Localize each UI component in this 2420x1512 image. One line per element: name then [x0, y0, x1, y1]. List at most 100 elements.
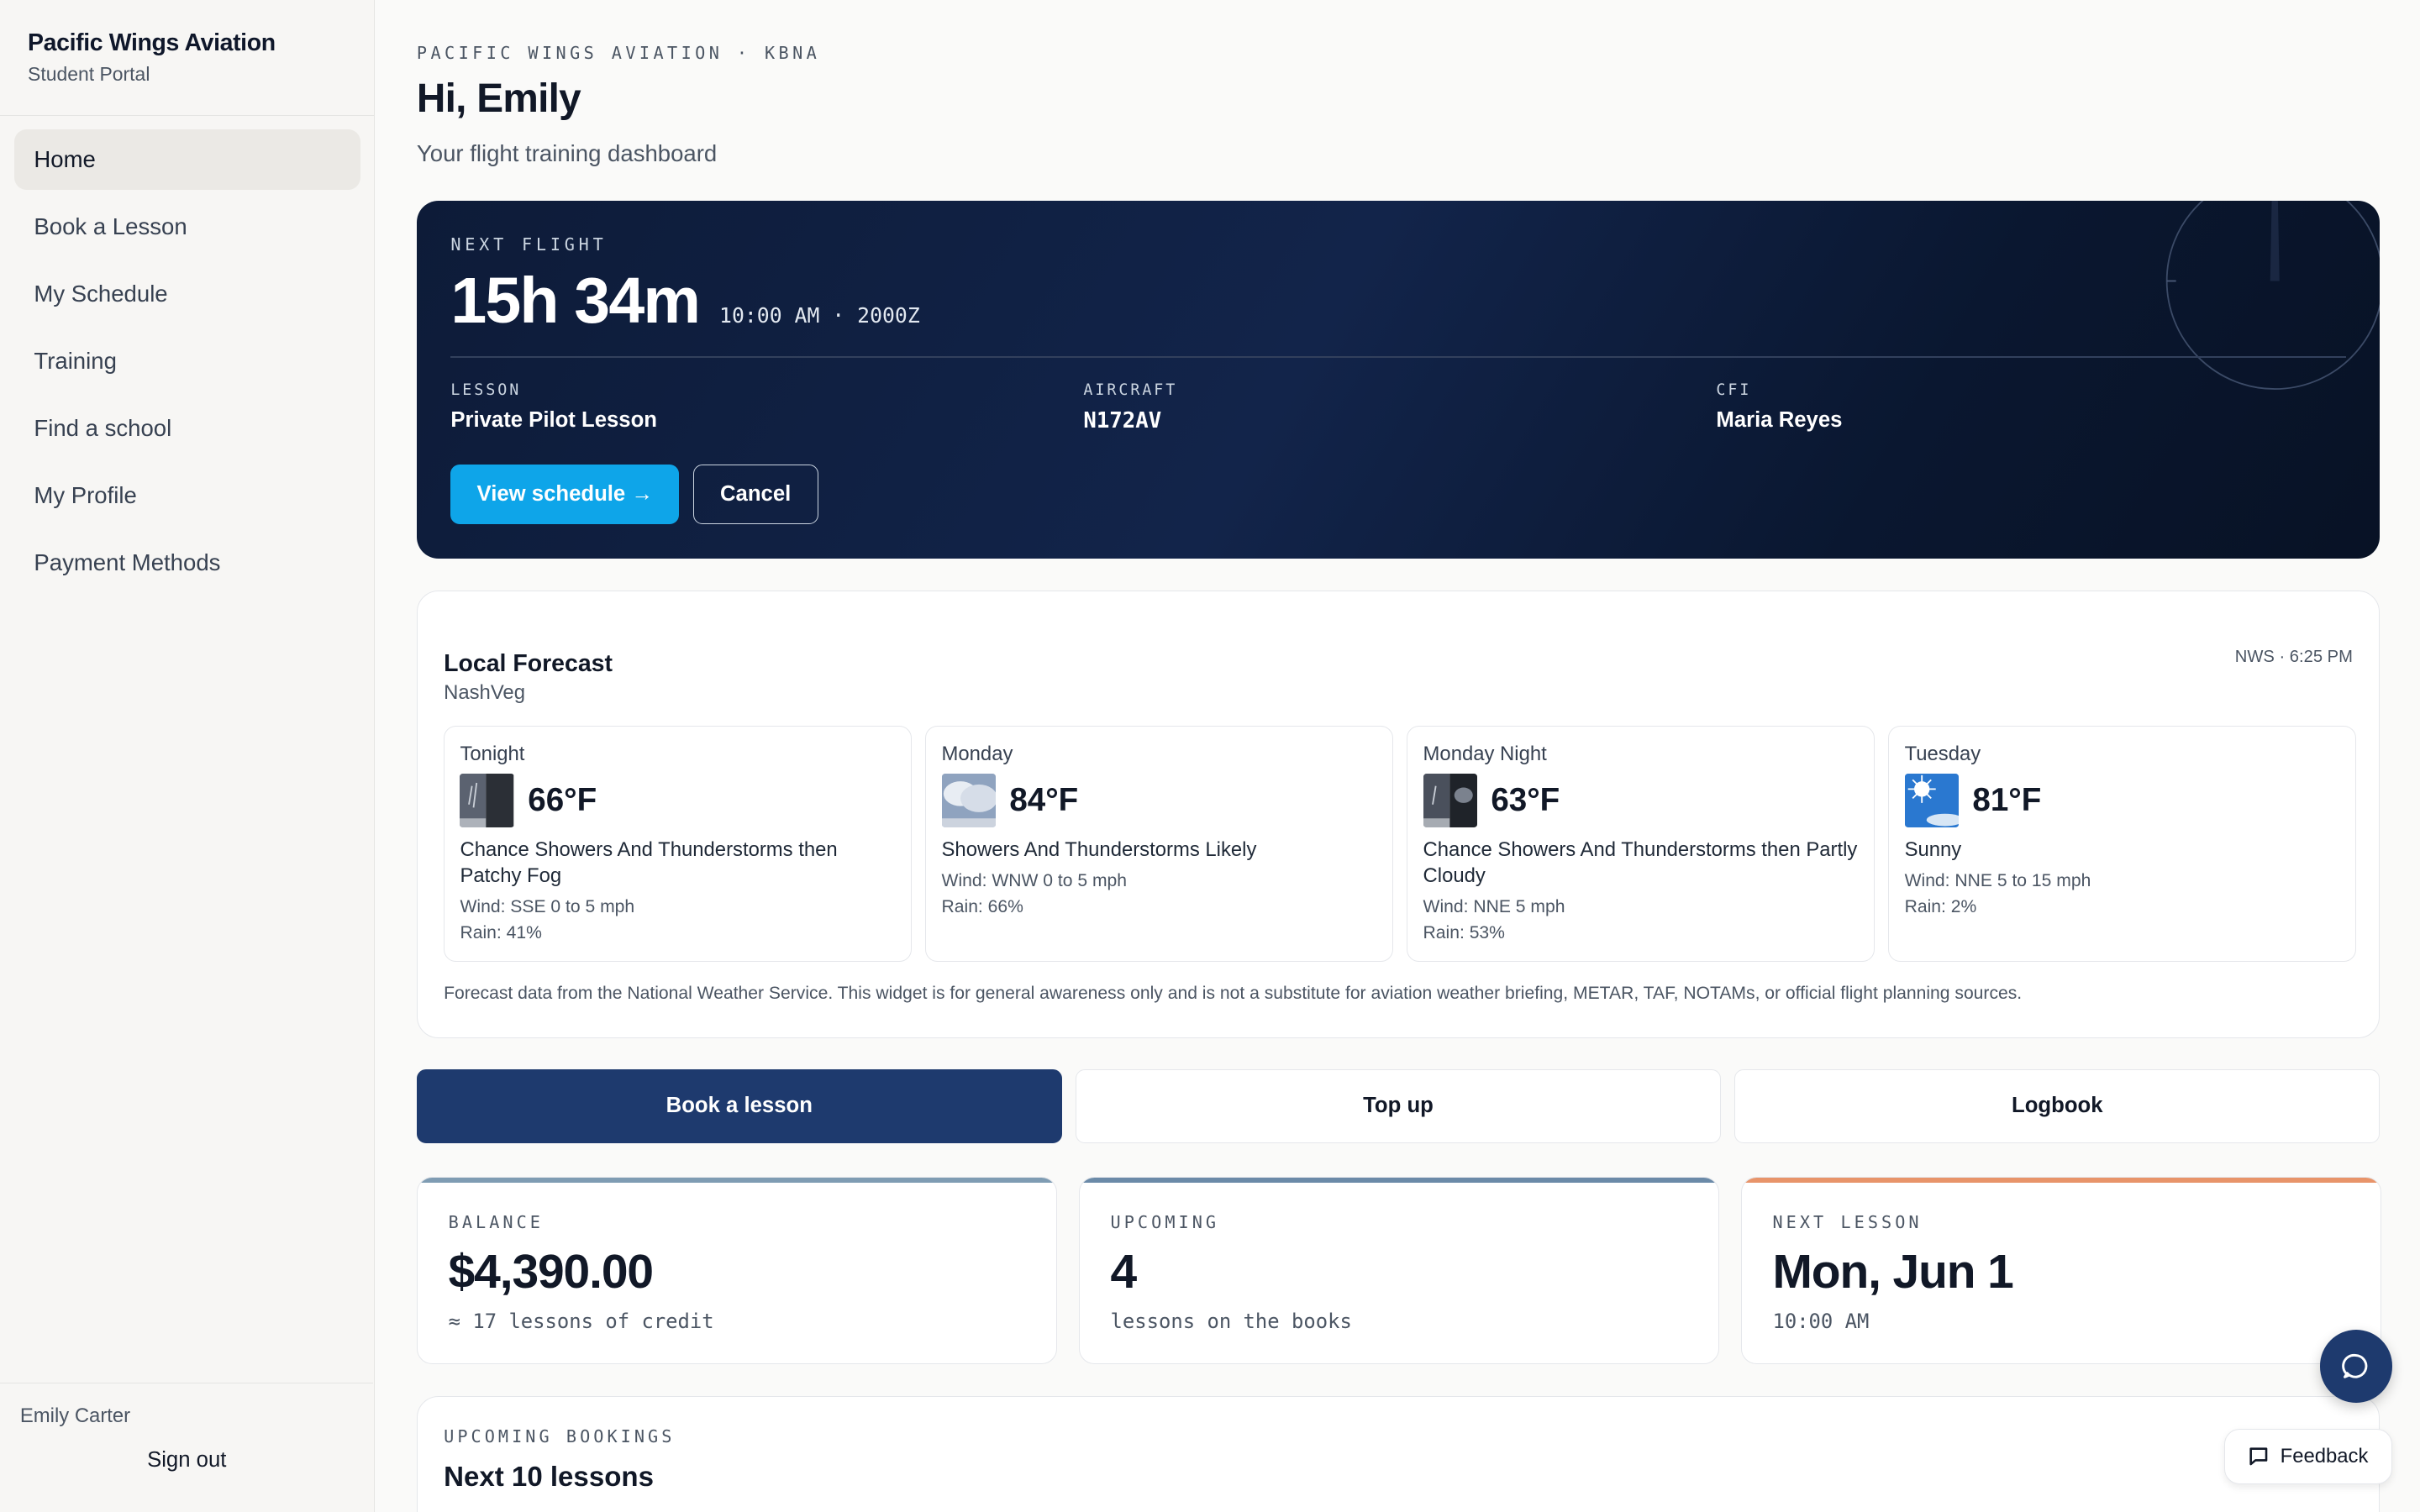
- balance-card: BALANCE $4,390.00 ≈ 17 lessons of credit: [416, 1177, 1058, 1364]
- period-temp: 66°F: [528, 781, 597, 818]
- main-content: PACIFIC WINGS AVIATION · KBNA Hi, Emily …: [416, 0, 2381, 1512]
- sidebar-item-my-profile[interactable]: My Profile: [14, 466, 360, 527]
- forecast-period: Monday 84°F Showers And Thunderstorms Li…: [925, 726, 1393, 963]
- thunderstorm-icon: [941, 773, 996, 828]
- balance-accent-bar: [417, 1178, 1057, 1183]
- next-lesson-card: NEXT LESSON Mon, Jun 1 10:00 AM: [1740, 1177, 2381, 1364]
- sidebar-item-payment-methods[interactable]: Payment Methods: [14, 533, 360, 594]
- period-wind: Wind: WNW 0 to 5 mph: [941, 870, 1128, 890]
- period-temp: 84°F: [1009, 781, 1079, 818]
- storm-fog-icon: [460, 773, 514, 828]
- hero-divider: [450, 356, 2346, 359]
- forecast-disclaimer: Forecast data from the National Weather …: [444, 983, 2023, 1003]
- next-flight-time-row: 15h 34m 10:00 AM · 2000Z: [450, 264, 2345, 339]
- period-name: Tonight: [460, 742, 525, 765]
- period-temp: 81°F: [1972, 781, 2042, 818]
- forecast-period: Monday Night 63°F Chance Showers And Thu…: [1407, 726, 1875, 963]
- next-flight-actions: View schedule → Cancel: [450, 464, 818, 525]
- balance-value: $4,390.00: [448, 1245, 654, 1299]
- sidebar-item-find-a-school[interactable]: Find a school: [14, 399, 360, 459]
- feedback-button[interactable]: Feedback: [2223, 1428, 2392, 1484]
- sunny-icon: [1904, 773, 1959, 828]
- stats-row: BALANCE $4,390.00 ≈ 17 lessons of credit…: [416, 1177, 2381, 1364]
- balance-subtext: ≈ 17 lessons of credit: [448, 1309, 714, 1333]
- period-wind: Wind: NNE 5 mph: [1423, 897, 1565, 916]
- forecast-location: NashVeg: [444, 680, 525, 704]
- cfi-detail: CFI Maria Reyes: [1716, 381, 2349, 433]
- period-rain: Rain: 53%: [1423, 923, 1505, 943]
- forecast-periods: Tonight 66°F Chance Showers And Thunders…: [444, 726, 2356, 963]
- chat-button[interactable]: [2319, 1330, 2392, 1403]
- compass-decoration-icon: [2165, 200, 2381, 390]
- local-forecast-card: Local Forecast NashVeg NWS · 6:25 PM Ton…: [416, 591, 2381, 1039]
- logbook-button[interactable]: Logbook: [1734, 1068, 2381, 1143]
- aircraft-detail: AIRCRAFT N172AV: [1083, 381, 1716, 433]
- lesson-value: Private Pilot Lesson: [450, 407, 657, 432]
- bookings-title: Next 10 lessons: [444, 1462, 654, 1494]
- next-lesson-label: NEXT LESSON: [1772, 1211, 1923, 1232]
- upcoming-bookings-card: UPCOMING BOOKINGS Next 10 lessons: [416, 1396, 2381, 1512]
- page-eyebrow: PACIFIC WINGS AVIATION · KBNA: [416, 43, 821, 64]
- storm-night-icon: [1423, 773, 1477, 828]
- brand-name: Pacific Wings Aviation: [28, 29, 276, 56]
- lesson-label: LESSON: [450, 381, 522, 399]
- aircraft-value: N172AV: [1083, 407, 1162, 433]
- next-flight-time: 10:00 AM · 2000Z: [719, 303, 920, 328]
- period-temp-row: 84°F: [941, 773, 1377, 828]
- upcoming-accent-bar: [1079, 1178, 1719, 1183]
- view-schedule-button[interactable]: View schedule →: [450, 464, 680, 525]
- period-name: Monday Night: [1423, 742, 1547, 765]
- page-subtitle: Your flight training dashboard: [416, 140, 718, 167]
- forecast-period: Tonight 66°F Chance Showers And Thunders…: [444, 726, 912, 963]
- cancel-button[interactable]: Cancel: [692, 464, 818, 525]
- period-description: Showers And Thunderstorms Likely: [941, 838, 1257, 862]
- period-wind: Wind: NNE 5 to 15 mph: [1904, 870, 2091, 890]
- forecast-period: Tuesday 81°F Sunny Wind: NNE 5 to 15 mph…: [1888, 726, 2356, 963]
- period-description: Sunny: [1904, 838, 1962, 862]
- period-name: Monday: [941, 742, 1013, 765]
- chat-bubble-icon: [2342, 1353, 2368, 1378]
- sidebar-footer: Emily Carter Sign out: [0, 1382, 374, 1512]
- brand-subtitle: Student Portal: [28, 63, 150, 86]
- upcoming-subtext: lessons on the books: [1110, 1309, 1352, 1333]
- message-square-icon: [2249, 1447, 2268, 1466]
- quick-actions: Book a lesson Top up Logbook: [416, 1068, 2381, 1143]
- sign-out-button[interactable]: Sign out: [20, 1448, 354, 1473]
- cfi-label: CFI: [1716, 381, 1752, 399]
- cfi-value: Maria Reyes: [1716, 407, 1843, 432]
- forecast-source: NWS · 6:25 PM: [2234, 647, 2353, 666]
- next-flight-card: NEXT FLIGHT 15h 34m 10:00 AM · 2000Z LES…: [416, 200, 2381, 559]
- period-description: Chance Showers And Thunderstorms then Pa…: [460, 838, 838, 888]
- sidebar-nav: Home Book a Lesson My Schedule Training …: [0, 116, 374, 614]
- next-lesson-subtext: 10:00 AM: [1772, 1309, 1870, 1333]
- book-a-lesson-button[interactable]: Book a lesson: [416, 1068, 1062, 1143]
- upcoming-card: UPCOMING 4 lessons on the books: [1078, 1177, 1720, 1364]
- period-temp-row: 81°F: [1904, 773, 2340, 828]
- next-flight-label: NEXT FLIGHT: [450, 234, 608, 255]
- aircraft-label: AIRCRAFT: [1083, 381, 1178, 399]
- period-name: Tuesday: [1904, 742, 1981, 765]
- sidebar: Pacific Wings Aviation Student Portal Ho…: [0, 0, 376, 1512]
- upcoming-label: UPCOMING: [1110, 1211, 1220, 1232]
- user-name: Emily Carter: [19, 1404, 131, 1428]
- top-up-button[interactable]: Top up: [1076, 1068, 1721, 1143]
- next-flight-details: LESSON Private Pilot Lesson AIRCRAFT N17…: [450, 381, 2349, 433]
- period-wind: Wind: SSE 0 to 5 mph: [460, 897, 635, 916]
- upcoming-value: 4: [1110, 1245, 1138, 1299]
- period-rain: Rain: 66%: [941, 897, 1023, 916]
- page-title: Hi, Emily: [416, 76, 581, 122]
- period-rain: Rain: 2%: [1904, 897, 1977, 916]
- next-lesson-accent-bar: [1741, 1178, 2381, 1183]
- sidebar-item-my-schedule[interactable]: My Schedule: [14, 264, 360, 324]
- lesson-detail: LESSON Private Pilot Lesson: [450, 381, 1083, 433]
- next-flight-countdown: 15h 34m: [450, 265, 701, 338]
- bookings-label: UPCOMING BOOKINGS: [444, 1426, 676, 1447]
- sidebar-item-book-a-lesson[interactable]: Book a Lesson: [14, 197, 360, 257]
- period-rain: Rain: 41%: [460, 923, 542, 943]
- sidebar-item-training[interactable]: Training: [14, 331, 360, 391]
- period-temp-row: 66°F: [460, 773, 895, 828]
- feedback-label: Feedback: [2280, 1444, 2369, 1467]
- sidebar-item-home[interactable]: Home: [13, 129, 360, 190]
- next-lesson-value: Mon, Jun 1: [1772, 1245, 2013, 1299]
- balance-label: BALANCE: [448, 1211, 544, 1232]
